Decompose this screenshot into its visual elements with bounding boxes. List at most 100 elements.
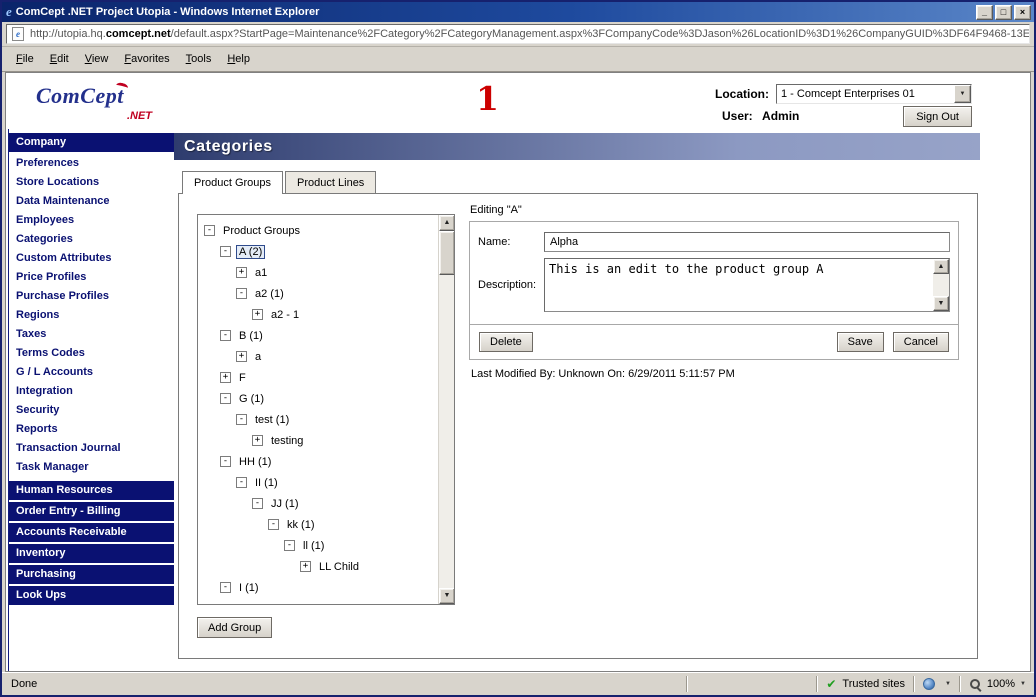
location-select[interactable]: 1 - Comcept Enterprises 01 ▼ — [776, 84, 972, 104]
name-input[interactable] — [544, 232, 950, 252]
delete-button[interactable]: Delete — [479, 332, 533, 352]
sidebar-item-purchasing[interactable]: Purchasing — [9, 565, 174, 584]
expand-icon[interactable]: + — [220, 372, 231, 383]
collapse-icon[interactable]: - — [220, 246, 231, 257]
menu-edit[interactable]: Edit — [42, 49, 77, 69]
add-group-button[interactable]: Add Group — [197, 617, 272, 638]
dropdown-arrow-icon[interactable]: ▼ — [954, 85, 971, 103]
tree-node-label[interactable]: HH (1) — [236, 455, 274, 469]
tree-node-label[interactable]: LL Child — [316, 560, 362, 574]
collapse-icon[interactable]: - — [220, 582, 231, 593]
sidebar-item-gl-accounts[interactable]: G / L Accounts — [9, 363, 174, 382]
maximize-button[interactable]: □ — [995, 5, 1012, 20]
collapse-icon[interactable]: - — [204, 225, 215, 236]
expand-icon[interactable]: + — [236, 267, 247, 278]
collapse-icon[interactable]: - — [220, 456, 231, 467]
user-row: User: Admin — [722, 109, 799, 123]
tree-node: -I (1) — [198, 577, 437, 598]
menu-help[interactable]: Help — [219, 49, 258, 69]
chevron-down-icon[interactable]: ▼ — [945, 681, 951, 687]
tree-node-label[interactable]: a1 — [252, 266, 270, 280]
sidebar-item-price-profiles[interactable]: Price Profiles — [9, 268, 174, 287]
tree-node-label-selected[interactable]: A (2) — [236, 245, 265, 259]
sidebar-item-categories[interactable]: Categories — [9, 230, 174, 249]
menu-favorites[interactable]: Favorites — [116, 49, 177, 69]
menu-tools[interactable]: Tools — [178, 49, 220, 69]
zoom-segment[interactable]: 100% ▼ — [961, 676, 1034, 693]
sidebar-item-task-manager[interactable]: Task Manager — [9, 458, 174, 477]
user-value: Admin — [762, 109, 799, 123]
collapse-icon[interactable]: - — [236, 414, 247, 425]
sidebar-item-store-locations[interactable]: Store Locations — [9, 173, 174, 192]
expand-icon[interactable]: + — [236, 351, 247, 362]
menu-view[interactable]: View — [77, 49, 117, 69]
scroll-down-icon[interactable]: ▼ — [439, 588, 455, 604]
tree-node-label[interactable]: testing — [268, 434, 306, 448]
red-annotation-1: 1 — [476, 79, 499, 118]
address-bar: e http://utopia.hq.comcept.net/default.a… — [2, 22, 1034, 47]
sidebar-item-inventory[interactable]: Inventory — [9, 544, 174, 563]
sidebar-item-security[interactable]: Security — [9, 401, 174, 420]
sidebar-item-company[interactable]: Company — [9, 133, 174, 152]
sign-out-button[interactable]: Sign Out — [903, 106, 972, 127]
scroll-down-icon[interactable]: ▼ — [933, 296, 949, 311]
sidebar-item-data-maintenance[interactable]: Data Maintenance — [9, 192, 174, 211]
collapse-icon[interactable]: - — [220, 330, 231, 341]
expand-icon[interactable]: + — [252, 309, 263, 320]
sidebar-item-reports[interactable]: Reports — [9, 420, 174, 439]
collapse-icon[interactable]: - — [236, 477, 247, 488]
security-zone-segment[interactable]: ✔ Trusted sites — [818, 676, 913, 693]
tree-scrollbar[interactable]: ▲ ▼ — [438, 215, 454, 604]
minimize-button[interactable]: _ — [976, 5, 993, 20]
description-scrollbar[interactable]: ▲ ▼ — [933, 259, 949, 311]
sidebar-item-accounts-receivable[interactable]: Accounts Receivable — [9, 523, 174, 542]
sidebar-item-transaction-journal[interactable]: Transaction Journal — [9, 439, 174, 458]
sidebar-item-employees[interactable]: Employees — [9, 211, 174, 230]
sidebar-item-regions[interactable]: Regions — [9, 306, 174, 325]
sidebar-item-preferences[interactable]: Preferences — [9, 154, 174, 173]
expand-icon[interactable]: + — [252, 435, 263, 446]
collapse-icon[interactable]: - — [236, 288, 247, 299]
logo-net-text: .NET — [127, 110, 152, 122]
sidebar-item-human-resources[interactable]: Human Resources — [9, 481, 174, 500]
sidebar-item-terms-codes[interactable]: Terms Codes — [9, 344, 174, 363]
tree-node-label[interactable]: ll (1) — [300, 539, 327, 553]
protected-mode-segment[interactable]: ▼ — [915, 676, 959, 693]
address-input[interactable]: e http://utopia.hq.comcept.net/default.a… — [6, 24, 1030, 44]
sidebar-item-integration[interactable]: Integration — [9, 382, 174, 401]
close-button[interactable]: × — [1014, 5, 1031, 20]
chevron-down-icon[interactable]: ▼ — [1020, 681, 1026, 687]
tab-product-groups[interactable]: Product Groups — [182, 171, 283, 194]
tree-node-label[interactable]: JJ (1) — [268, 497, 302, 511]
tree-node-label[interactable]: a2 - 1 — [268, 308, 302, 322]
sidebar-item-custom-attributes[interactable]: Custom Attributes — [9, 249, 174, 268]
save-button[interactable]: Save — [837, 332, 884, 352]
scrollbar-thumb[interactable] — [439, 231, 455, 275]
scroll-up-icon[interactable]: ▲ — [439, 215, 455, 231]
tree-node-label[interactable]: II (1) — [252, 476, 281, 490]
scroll-up-icon[interactable]: ▲ — [933, 259, 949, 274]
menu-file[interactable]: File — [8, 49, 42, 69]
tree-node: +a — [198, 346, 437, 367]
sidebar-item-order-entry-billing[interactable]: Order Entry - Billing — [9, 502, 174, 521]
tree-node-label[interactable]: test (1) — [252, 413, 292, 427]
tree-node-label[interactable]: Product Groups — [220, 224, 303, 238]
tab-product-lines[interactable]: Product Lines — [285, 171, 376, 193]
sidebar-item-look-ups[interactable]: Look Ups — [9, 586, 174, 605]
tree-node-label[interactable]: I (1) — [236, 581, 262, 595]
description-textarea[interactable]: This is an edit to the product group A — [545, 259, 933, 311]
collapse-icon[interactable]: - — [252, 498, 263, 509]
collapse-icon[interactable]: - — [268, 519, 279, 530]
collapse-icon[interactable]: - — [220, 393, 231, 404]
expand-icon[interactable]: + — [300, 561, 311, 572]
tree-node-label[interactable]: F — [236, 371, 249, 385]
sidebar-item-purchase-profiles[interactable]: Purchase Profiles — [9, 287, 174, 306]
tree-node-label[interactable]: kk (1) — [284, 518, 318, 532]
tree-node-label[interactable]: a — [252, 350, 264, 364]
cancel-button[interactable]: Cancel — [893, 332, 949, 352]
collapse-icon[interactable]: - — [284, 540, 295, 551]
tree-node-label[interactable]: a2 (1) — [252, 287, 287, 301]
tree-node-label[interactable]: G (1) — [236, 392, 267, 406]
sidebar-item-taxes[interactable]: Taxes — [9, 325, 174, 344]
tree-node-label[interactable]: B (1) — [236, 329, 266, 343]
